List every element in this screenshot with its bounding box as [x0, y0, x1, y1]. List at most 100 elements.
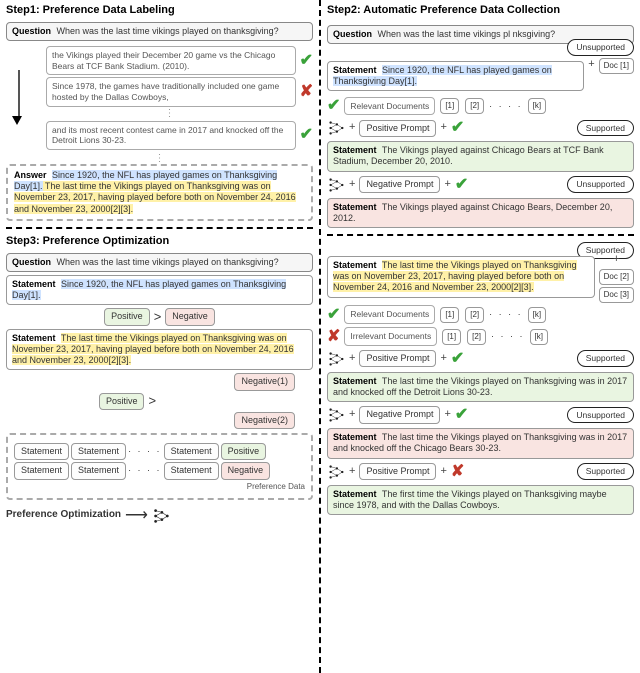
step2-question-text: When was the last time vikings pl nksgiv…	[378, 29, 556, 39]
idx-1: [1]	[442, 329, 461, 345]
candidate-2: Since 1978, the games have traditionally…	[46, 77, 296, 106]
check-icon: ✔	[455, 405, 468, 425]
step3-stmt-blue: Statement Since 1920, the NFL has played…	[6, 275, 313, 306]
plus-icon: +	[440, 121, 446, 135]
plus-icon: +	[349, 408, 355, 422]
plus-icon: +	[349, 352, 355, 366]
arrow-stem	[18, 70, 20, 116]
irrelevant-docs-box: Irrelevant Documents	[344, 327, 437, 346]
negative-pill: Negative	[165, 308, 215, 325]
cross-icon: ✘	[300, 82, 313, 102]
h-dots: · · · ·	[491, 331, 525, 342]
network-icon	[327, 350, 345, 368]
section-separator	[327, 234, 634, 236]
statement-label: Statement	[333, 65, 377, 75]
plus-icon: +	[444, 178, 450, 192]
statement-label: Statement	[333, 145, 377, 155]
supported-bubble: Supported	[577, 463, 634, 480]
plus-icon: +	[349, 121, 355, 135]
h-dots: · · · ·	[489, 101, 523, 112]
unsupported-bubble: Unsupported	[567, 39, 634, 56]
check-icon: ✔	[455, 175, 468, 195]
relevant-docs-box: Relevant Documents	[344, 97, 435, 116]
step1-title: Step1: Preference Data Labeling	[6, 4, 313, 18]
stmt-chip: Statement	[14, 462, 69, 479]
step3-question-box: Question When was the last time vikings …	[6, 253, 313, 272]
positive-pill: Positive	[99, 393, 145, 410]
comparison-row-1: Positive > Negative	[6, 308, 313, 325]
plus-icon: +	[444, 408, 450, 422]
idx-2: [2]	[465, 307, 484, 323]
check-icon: ✔	[451, 349, 464, 369]
comparison-row-2b: Positive >	[6, 393, 313, 410]
statement-label: Statement	[333, 260, 377, 270]
neg-result-1: Statement The Vikings played against Chi…	[327, 198, 634, 229]
idx-k: [k]	[528, 307, 546, 323]
check-icon: ✔	[300, 125, 313, 145]
idx-1: [1]	[440, 98, 459, 114]
check-icon: ✔	[451, 118, 464, 138]
negative1-pill: Negative(1)	[234, 373, 295, 390]
step2-stmt-yellow: Statement The last time the Vikings play…	[327, 256, 595, 298]
positive-pill: Positive	[104, 308, 150, 325]
stmt-chip: Statement	[164, 443, 219, 460]
pref-opt-label: Preference Optimization	[6, 509, 121, 522]
left-column: Step1: Preference Data Labeling Question…	[0, 0, 321, 673]
gt-sign: >	[148, 393, 156, 409]
stmt-chip: Statement	[164, 462, 219, 479]
arrow-down-icon	[12, 116, 22, 125]
vertical-dots: ⋮	[26, 109, 313, 119]
pos-result-1: Statement The Vikings played against Chi…	[327, 141, 634, 172]
doc-chip-2: Doc [2]	[599, 269, 634, 285]
positive-prompt-pill: Positive Prompt	[359, 463, 436, 480]
doc-chip-1: Doc [1]	[599, 58, 634, 74]
stmt-chip: Statement	[14, 443, 69, 460]
negative-prompt-pill: Negative Prompt	[359, 406, 440, 423]
answer-part-yellow: The last time the Vikings played on Than…	[14, 181, 296, 214]
cross-icon: ✘	[451, 462, 464, 482]
idx-2: [2]	[465, 98, 484, 114]
neg-result-2: Statement The last time the Vikings play…	[327, 428, 634, 459]
h-dots: · · · ·	[489, 309, 523, 320]
comparison-row-2c: Negative(2)	[6, 412, 313, 429]
answer-label: Answer	[14, 170, 47, 180]
candidate-3: and its most recent contest came in 2017…	[46, 121, 296, 150]
pref-data-caption: Preference Data	[14, 482, 305, 492]
question-label: Question	[12, 26, 51, 36]
idx-k: [k]	[528, 98, 546, 114]
right-column: Step2: Automatic Preference Data Collect…	[321, 0, 640, 673]
unsupported-bubble: Unsupported	[567, 176, 634, 193]
question-label: Question	[333, 29, 372, 39]
supported-bubble: Supported	[577, 350, 634, 367]
idx-k: [k]	[530, 329, 548, 345]
step2-title: Step2: Automatic Preference Data Collect…	[327, 4, 634, 18]
positive-pill: Positive	[221, 443, 267, 460]
relevant-docs-box: Relevant Documents	[344, 305, 435, 324]
vertical-dots: ⋮	[6, 154, 313, 164]
statement-label: Statement	[333, 202, 377, 212]
stmt-chip: Statement	[71, 462, 126, 479]
negative-pill: Negative	[221, 462, 271, 479]
network-icon	[327, 406, 345, 424]
check-icon: ✔	[327, 305, 340, 325]
plus-icon: +	[349, 178, 355, 192]
comparison-row-2a: Negative(1)	[6, 373, 313, 390]
step1-question-box: Question When was the last time vikings …	[6, 22, 313, 41]
section-separator	[6, 227, 313, 229]
unsupported-bubble: Unsupported	[567, 407, 634, 424]
statement-label: Statement	[333, 376, 377, 386]
answer-box: Answer Since 1920, the NFL has played ga…	[6, 164, 313, 221]
step2-stmt-blue: Statement Since 1920, the NFL has played…	[327, 61, 584, 92]
idx-1: [1]	[440, 307, 459, 323]
doc-chip-3: Doc [3]	[599, 287, 634, 303]
statement-label: Statement	[333, 489, 377, 499]
check-icon: ✔	[300, 51, 313, 71]
neg-result-2-text: The last time the Vikings played on Than…	[333, 432, 627, 453]
pos-result-3: Statement The first time the Vikings pla…	[327, 485, 634, 516]
statement-label: Statement	[12, 279, 56, 289]
plus-icon: +	[440, 465, 446, 479]
step3-title: Step3: Preference Optimization	[6, 235, 313, 249]
h-dots: · · · ·	[128, 465, 162, 476]
stmt-chip: Statement	[71, 443, 126, 460]
candidate-1: the Vikings played their December 20 gam…	[46, 46, 296, 75]
